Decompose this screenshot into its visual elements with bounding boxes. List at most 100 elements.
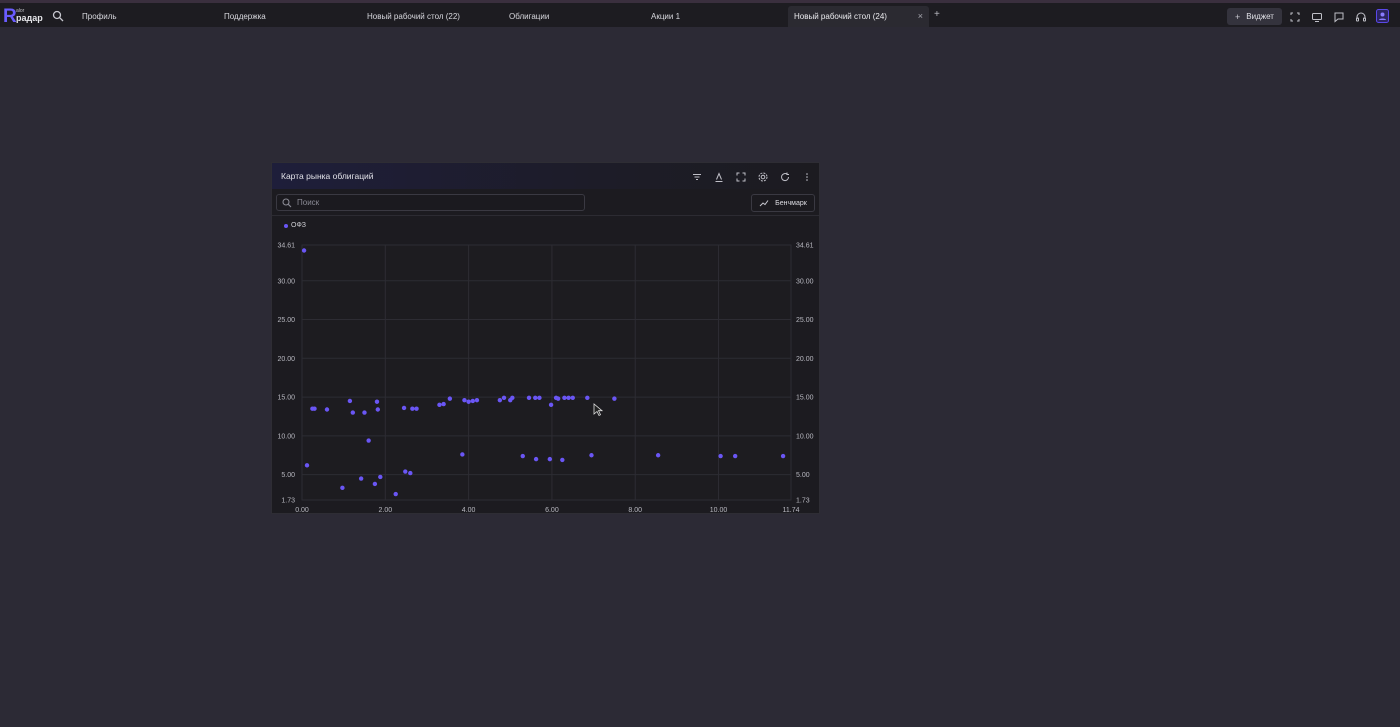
tab-support[interactable]: Поддержка (218, 6, 358, 27)
text-format-icon[interactable] (713, 170, 725, 182)
scatter-point[interactable] (401, 405, 407, 411)
scatter-point[interactable] (655, 453, 661, 458)
monitor-icon[interactable] (1311, 10, 1323, 22)
trend-icon (759, 200, 769, 207)
scatter-point[interactable] (533, 456, 539, 462)
scatter-point[interactable] (537, 395, 542, 401)
scatter-point[interactable] (562, 395, 567, 401)
scatter-point[interactable] (520, 453, 525, 459)
gear-icon[interactable] (757, 170, 769, 182)
profile-icon[interactable] (1376, 9, 1389, 23)
scatter-point[interactable] (340, 485, 345, 491)
scatter-point[interactable] (462, 397, 467, 403)
benchmark-button[interactable]: Бенчмарк (751, 194, 815, 212)
scatter-point[interactable] (780, 453, 786, 459)
search-icon (282, 198, 292, 208)
tab-label: Новый рабочий стол (24) (794, 12, 887, 21)
widget-header[interactable]: Карта рынка облигаций (272, 163, 819, 189)
scatter-point[interactable] (350, 410, 356, 415)
add-widget-button[interactable]: + Виджет (1227, 8, 1282, 25)
y-tick-label-left: 1.73 (281, 498, 295, 505)
y-tick-label-right: 10.00 (796, 433, 814, 440)
scatter-point[interactable] (570, 395, 575, 401)
scatter-point[interactable] (403, 469, 408, 474)
scatter-point[interactable] (410, 406, 415, 411)
y-tick-label-right: 5.00 (796, 472, 810, 479)
scatter-point[interactable] (466, 399, 471, 404)
logo-name: радар (16, 13, 43, 23)
scatter-point[interactable] (718, 453, 723, 459)
scatter-point[interactable] (366, 438, 371, 443)
chat-icon[interactable] (1333, 10, 1345, 23)
more-vert-icon[interactable] (801, 170, 813, 182)
scatter-point[interactable] (312, 406, 317, 411)
scatter-point[interactable] (301, 248, 307, 253)
app-logo[interactable]: R alor радар (3, 7, 43, 27)
scatter-point[interactable] (566, 395, 571, 401)
search-icon[interactable] (52, 9, 66, 23)
scatter-point[interactable] (548, 402, 554, 408)
add-tab-button[interactable]: + (934, 9, 940, 20)
tab-profile[interactable]: Профиль (76, 6, 216, 27)
x-tick-label: 10.00 (710, 507, 728, 513)
scatter-point[interactable] (526, 395, 532, 401)
headset-icon[interactable] (1355, 10, 1367, 22)
scatter-point[interactable] (612, 396, 617, 401)
refresh-icon[interactable] (779, 170, 791, 182)
search-input[interactable] (297, 196, 577, 209)
scatter-point[interactable] (460, 452, 465, 457)
tab-label: Поддержка (224, 12, 266, 21)
expand-icon[interactable] (735, 170, 747, 182)
scatter-point[interactable] (470, 398, 475, 404)
scatter-point[interactable] (510, 395, 515, 401)
y-tick-label-left: 20.00 (277, 356, 295, 363)
tab-label: Облигации (509, 12, 550, 21)
logo-mark: R (3, 6, 17, 27)
y-tick-label-right: 1.73 (796, 498, 810, 505)
scatter-point[interactable] (555, 396, 561, 401)
scatter-point[interactable] (378, 474, 383, 480)
scatter-point[interactable] (547, 456, 553, 462)
plus-icon: + (1235, 11, 1241, 22)
scatter-point[interactable] (474, 397, 480, 403)
scatter-point[interactable] (560, 457, 565, 463)
divider (272, 215, 819, 216)
fullscreen-icon[interactable] (1289, 10, 1301, 22)
search-box (276, 194, 585, 211)
scatter-point[interactable] (393, 491, 398, 497)
scatter-point[interactable] (414, 406, 419, 411)
scatter-point[interactable] (501, 395, 507, 401)
scatter-point[interactable] (441, 401, 446, 407)
scatter-point[interactable] (589, 453, 594, 458)
x-tick-label: 0.00 (295, 507, 309, 513)
scatter-point[interactable] (324, 407, 330, 412)
scatter-point[interactable] (447, 396, 453, 401)
chart-legend[interactable]: ОФЗ (284, 222, 306, 229)
x-tick-label: 6.00 (545, 507, 559, 513)
scatter-point[interactable] (362, 410, 367, 415)
scatter-point[interactable] (347, 398, 353, 404)
tab-stocks-1[interactable]: Акции 1 (645, 6, 785, 27)
scatter-point[interactable] (372, 481, 378, 487)
scatter-point[interactable] (497, 397, 503, 403)
scatter-point[interactable] (533, 395, 538, 401)
tab-label: Профиль (82, 12, 117, 21)
scatter-point[interactable] (437, 402, 442, 408)
scatter-point[interactable] (304, 463, 310, 468)
y-tick-label-left: 5.00 (281, 472, 295, 479)
tab-desktop-22[interactable]: Новый рабочий стол (22) (361, 6, 501, 27)
widget-button-label: Виджет (1246, 12, 1274, 21)
scatter-point[interactable] (732, 453, 738, 459)
scatter-point[interactable] (375, 407, 381, 412)
scatter-point[interactable] (374, 399, 380, 404)
scatter-point[interactable] (358, 476, 364, 481)
bond-scatter-chart[interactable]: 0.00 2.00 4.00 6.00 8.00 10.00 11.74 34.61 34.61… (272, 233, 819, 514)
close-icon[interactable]: × (918, 11, 923, 21)
scatter-point[interactable] (585, 395, 590, 401)
scatter-point[interactable] (408, 470, 413, 476)
filter-icon[interactable] (691, 170, 703, 182)
tab-desktop-24[interactable]: Новый рабочий стол (24) × (788, 6, 929, 27)
tab-bonds[interactable]: Облигации (503, 6, 643, 27)
y-tick-label-left: 15.00 (277, 395, 295, 402)
legend-marker (284, 223, 288, 228)
